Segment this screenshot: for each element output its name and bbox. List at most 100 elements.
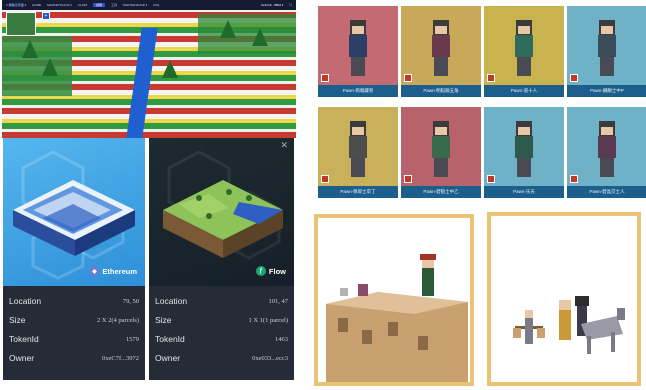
pawn-card[interactable]: Pawn-筒端藏育 [318, 6, 398, 97]
pawn-face [352, 127, 364, 135]
field-value: 1463 [275, 335, 288, 343]
field-label: TokenId [155, 334, 185, 344]
pawn-card[interactable]: Pawn-乐天 [484, 107, 564, 198]
chain-name: Flow [268, 266, 286, 276]
field-value: 101, 47 [268, 297, 289, 305]
pawn-card[interactable]: Pawn-酬酬士中P [567, 6, 646, 97]
pawn-name: Pawn-明稻融五角 [401, 85, 481, 97]
rarity-badge-icon [404, 74, 412, 82]
field-value: 2 X 2(4 parcels) [96, 316, 139, 324]
pawn-body [349, 35, 367, 57]
nav-item[interactable]: FAQ [153, 3, 159, 7]
field-value: 1579 [126, 335, 139, 343]
land-map-view[interactable]: Ξ 网易元宇宙 ▾ HOME MARKETPLACE ▾ CLAIM 领地 工具… [2, 0, 296, 138]
info-row: Location 101, 47 [155, 292, 288, 310]
pawn-legs [600, 57, 614, 76]
land-info-panel: Location 79, 50 Size 2 X 2(4 parcels) To… [3, 286, 145, 380]
info-row: Location 79, 50 [9, 292, 139, 310]
pawn-body [515, 35, 533, 57]
pawn-legs [517, 158, 531, 177]
pawn-figure [431, 20, 451, 76]
pawn-legs [351, 57, 365, 76]
nav-item[interactable]: MAINTENANCE ▾ [123, 3, 147, 7]
pawn-figure [597, 20, 617, 76]
ethereum-icon: ◆ [89, 266, 100, 276]
chain-badge: ◆ Ethereum [89, 266, 137, 276]
pawn-face [518, 127, 530, 135]
app-logo[interactable]: Ξ 网易元宇宙 ▾ [6, 3, 26, 7]
tree-icon [22, 40, 38, 58]
pawn-body [432, 136, 450, 158]
pawn-portrait [401, 6, 481, 85]
rarity-badge-icon [404, 175, 412, 183]
pawn-portrait [484, 6, 564, 85]
rarity-badge-icon [487, 74, 495, 82]
field-value[interactable]: 0xe033...ecc3 [252, 355, 288, 362]
rarity-badge-icon [570, 74, 578, 82]
pawn-portrait [567, 107, 646, 186]
voxel-village-scene [318, 218, 470, 382]
nav-item[interactable]: CLAIM [78, 3, 87, 7]
tree-icon [252, 28, 268, 46]
info-row: Size 1 X 1(1 parcel) [155, 311, 288, 329]
forest-area [198, 14, 296, 54]
rarity-badge-icon [321, 175, 329, 183]
pawn-face [435, 127, 447, 135]
scene-frame-caravan[interactable] [487, 212, 641, 386]
nav-item-active[interactable]: 领地 [92, 3, 105, 7]
pawn-figure [514, 121, 534, 177]
pawn-figure [597, 121, 617, 177]
minimap-thumbnail[interactable] [6, 12, 36, 36]
pawn-name: Pawn-筒端藏育 [318, 85, 398, 97]
rarity-badge-icon [487, 175, 495, 183]
field-value: 79, 50 [122, 297, 139, 305]
nav-item[interactable]: 工具 [111, 3, 117, 7]
land-card-flow[interactable]: ✕ ƒ Flow Location 101, 47 Size 1 X 1(1 p… [149, 138, 294, 380]
pawn-name: Pawn-道十人 [484, 85, 564, 97]
pawn-face [601, 26, 613, 34]
pawn-body [515, 136, 533, 158]
land-artwork: ✕ ƒ Flow [149, 138, 294, 286]
info-row: TokenId 1579 [9, 330, 139, 348]
pawn-figure [348, 20, 368, 76]
pawn-figure [348, 121, 368, 177]
land-card-ethereum[interactable]: ◆ Ethereum Location 79, 50 Size 2 X 2(4 … [3, 138, 145, 380]
info-row: TokenId 1463 [155, 330, 288, 348]
chain-name: Ethereum [102, 266, 137, 276]
user-icon[interactable]: ☐ [289, 3, 292, 7]
plus-icon[interactable]: + [42, 12, 50, 20]
pawn-face [601, 127, 613, 135]
land-artwork: ◆ Ethereum [3, 138, 145, 286]
field-label: Location [9, 296, 42, 306]
tree-icon [162, 60, 178, 78]
info-row: Size 2 X 2(4 parcels) [9, 311, 139, 329]
pawn-body [349, 136, 367, 158]
pawn-body [598, 35, 616, 57]
wallet-account[interactable]: 0x4cC3...3B04 ▾ [261, 3, 283, 7]
nav-item[interactable]: HOME [32, 3, 41, 7]
pawn-portrait [401, 107, 481, 186]
pawn-card[interactable]: Pawn-明稻融五角 [401, 6, 481, 97]
tree-icon [220, 20, 236, 38]
pawn-body [598, 136, 616, 158]
pawn-card[interactable]: Pawn-道十人 [484, 6, 564, 97]
close-icon[interactable]: ✕ [280, 140, 288, 151]
pawn-card[interactable]: Pawn-碧晶交士人 [567, 107, 646, 198]
pawn-card[interactable]: Pawn-佩郎士卒丁 [318, 107, 398, 198]
voxel-caravan-scene [491, 216, 637, 382]
pawn-figure [514, 20, 534, 76]
field-label: Size [155, 315, 172, 325]
pawn-portrait [567, 6, 646, 85]
nav-item[interactable]: MARKETPLACE ▾ [47, 3, 72, 7]
pawn-card[interactable]: Pawn-碧狼士中乙 [401, 107, 481, 198]
field-value[interactable]: 0xeC7f...3972 [102, 355, 139, 362]
pawn-body [432, 35, 450, 57]
pawn-face [352, 26, 364, 34]
scene-frame-village[interactable] [314, 214, 474, 386]
pawn-name: Pawn-碧晶交士人 [567, 186, 646, 198]
pawn-legs [434, 158, 448, 177]
chain-badge: ƒ Flow [255, 266, 286, 276]
pawn-name: Pawn-佩郎士卒丁 [318, 186, 398, 198]
pawn-face [518, 26, 530, 34]
pawn-legs [434, 57, 448, 76]
